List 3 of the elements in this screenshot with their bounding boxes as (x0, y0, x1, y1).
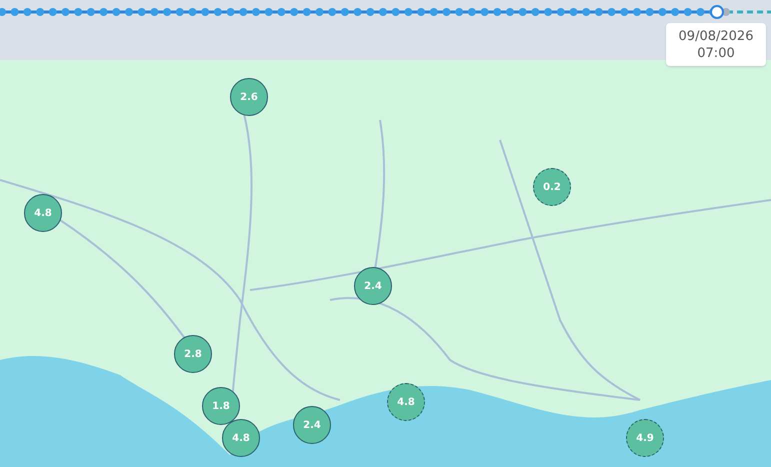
slider-thumb[interactable] (710, 5, 724, 19)
date-text: 09/08/2026 (678, 28, 754, 44)
time-text: 07:00 (697, 44, 735, 62)
